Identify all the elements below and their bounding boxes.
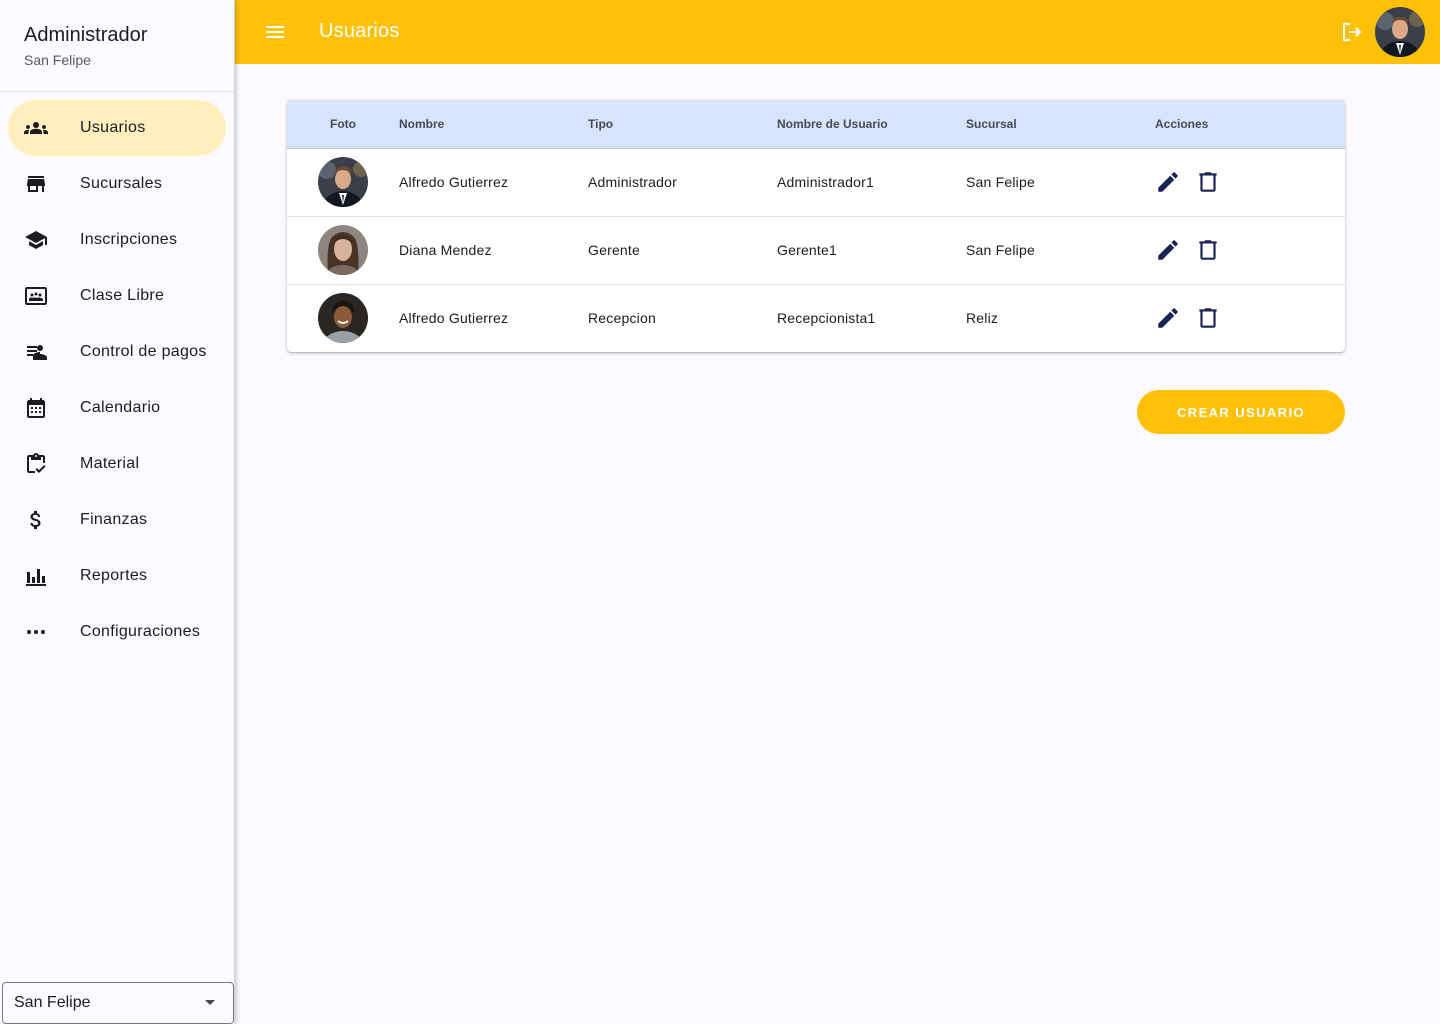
column-header-acciones: Acciones xyxy=(1155,100,1345,149)
row-actions xyxy=(1155,237,1345,263)
user-photo xyxy=(318,225,368,275)
actions-cell xyxy=(1155,216,1345,284)
user-photo xyxy=(318,293,368,344)
dollar-icon xyxy=(24,508,48,532)
cell-tipo: Recepcion xyxy=(588,310,656,327)
edit-icon[interactable] xyxy=(1155,305,1181,331)
column-header-nombre: Nombre xyxy=(399,100,588,149)
page-title: Usuarios xyxy=(319,20,400,42)
actions-cell xyxy=(1155,284,1345,352)
app-root: Administrador San Felipe Usuarios Sucurs… xyxy=(0,0,1440,1024)
cell-nombre: Diana Mendez xyxy=(399,242,492,258)
sidebar-item-sucursales[interactable]: Sucursales xyxy=(8,156,226,212)
sidebar-item-label: Material xyxy=(80,455,140,472)
store-icon xyxy=(24,172,48,196)
sidebar-item-finanzas[interactable]: Finanzas xyxy=(8,492,226,548)
sidebar-nav: Usuarios Sucursales Inscripciones Clase … xyxy=(0,92,234,660)
edit-icon[interactable] xyxy=(1155,169,1181,195)
table-header-row: Foto Nombre Tipo Nombre de Usuario Sucur… xyxy=(287,100,1345,149)
sidebar-item-material[interactable]: Material xyxy=(8,436,226,492)
users-table-card: Foto Nombre Tipo Nombre de Usuario Sucur… xyxy=(287,100,1345,352)
logout-icon[interactable] xyxy=(1339,20,1363,44)
cell-usuario: Gerente1 xyxy=(777,242,837,258)
column-header-usuario: Nombre de Usuario xyxy=(777,100,966,149)
user-avatar[interactable] xyxy=(1375,7,1425,57)
user-photo xyxy=(318,157,368,207)
column-header-tipo: Tipo xyxy=(588,100,777,149)
sidebar-item-label: Configuraciones xyxy=(80,623,201,640)
column-header-sucursal: Sucursal xyxy=(966,100,1155,149)
cell-usuario: Administrador1 xyxy=(777,174,874,190)
sidebar-item-usuarios[interactable]: Usuarios xyxy=(8,100,226,156)
sidebar-item-control-pagos[interactable]: Control de pagos xyxy=(8,324,226,380)
cell-tipo: Gerente xyxy=(588,242,640,258)
sidebar: Administrador San Felipe Usuarios Sucurs… xyxy=(0,0,235,1024)
delete-icon[interactable] xyxy=(1195,305,1221,331)
column-header-foto: Foto xyxy=(287,100,399,149)
branch-select[interactable]: San Felipe xyxy=(2,982,234,1024)
delete-icon[interactable] xyxy=(1195,169,1221,195)
sidebar-item-calendario[interactable]: Calendario xyxy=(8,380,226,436)
sidebar-item-label: Control de pagos xyxy=(80,343,207,360)
caret-down-icon xyxy=(205,1000,215,1005)
cell-usuario: Recepcionista1 xyxy=(777,310,876,327)
group-icon xyxy=(24,116,48,140)
table-row: Diana Mendez Gerente Gerente1 San Felipe xyxy=(287,216,1345,284)
photo-cell xyxy=(287,284,399,352)
school-icon xyxy=(24,228,48,252)
actions-cell xyxy=(1155,148,1345,216)
branch-select-value: San Felipe xyxy=(14,994,91,1011)
table-row: Alfredo Gutierrez Recepcion Recepcionist… xyxy=(287,284,1345,352)
menu-icon[interactable] xyxy=(263,20,287,44)
person-search-icon xyxy=(24,340,48,364)
cell-sucursal: Reliz xyxy=(966,310,999,327)
delete-icon[interactable] xyxy=(1195,237,1221,263)
sidebar-header: Administrador San Felipe xyxy=(0,0,234,92)
row-actions xyxy=(1155,169,1345,195)
photo-cell xyxy=(287,216,399,284)
sidebar-item-label: Clase Libre xyxy=(80,287,165,304)
bar-chart-icon xyxy=(24,564,48,588)
cell-tipo: Administrador xyxy=(588,174,677,190)
sidebar-item-label: Reportes xyxy=(80,567,148,584)
photo-cell xyxy=(287,148,399,216)
cell-sucursal: San Felipe xyxy=(966,174,1035,190)
calendar-icon xyxy=(24,396,48,420)
sidebar-item-inscripciones[interactable]: Inscripciones xyxy=(8,212,226,268)
sidebar-item-label: Calendario xyxy=(80,399,161,416)
create-user-button[interactable]: CREAR USUARIO xyxy=(1137,390,1345,434)
cell-nombre: Alfredo Gutierrez xyxy=(399,310,509,327)
sidebar-item-label: Usuarios xyxy=(80,119,146,136)
top-app-bar: Usuarios xyxy=(235,0,1440,64)
sidebar-item-label: Finanzas xyxy=(80,511,148,528)
sidebar-subtitle: San Felipe xyxy=(24,52,91,68)
sidebar-item-clase-libre[interactable]: Clase Libre xyxy=(8,268,226,324)
sidebar-title: Administrador xyxy=(24,24,148,46)
cell-nombre: Alfredo Gutierrez xyxy=(399,174,509,190)
row-actions xyxy=(1155,305,1345,331)
sidebar-item-reportes[interactable]: Reportes xyxy=(8,548,226,604)
co-present-icon xyxy=(24,284,48,308)
edit-icon[interactable] xyxy=(1155,237,1181,263)
sidebar-item-label: Inscripciones xyxy=(80,231,178,248)
sidebar-item-label: Sucursales xyxy=(80,175,163,192)
sidebar-item-configuraciones[interactable]: Configuraciones xyxy=(8,604,226,660)
clipboard-check-icon xyxy=(24,452,48,476)
table-row: Alfredo Gutierrez Administrador Administ… xyxy=(287,148,1345,216)
users-table: Foto Nombre Tipo Nombre de Usuario Sucur… xyxy=(287,100,1345,352)
cell-sucursal: San Felipe xyxy=(966,242,1035,258)
more-horiz-icon xyxy=(24,620,48,644)
